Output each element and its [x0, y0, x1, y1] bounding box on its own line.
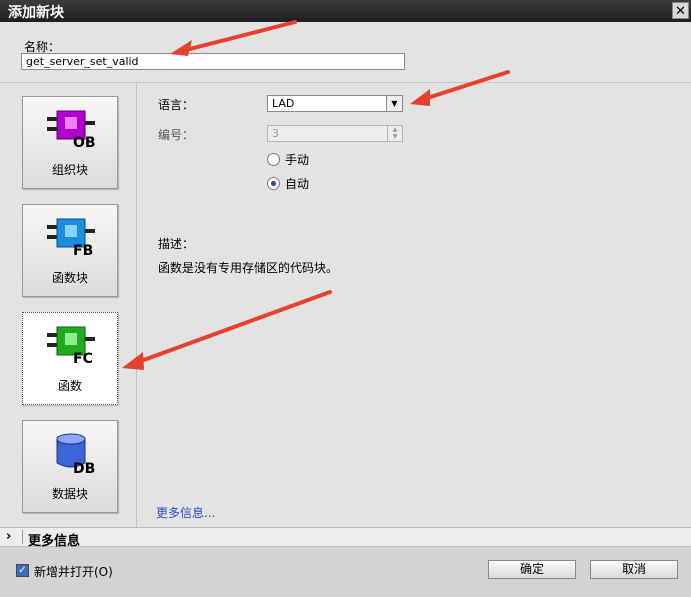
language-select[interactable]: LAD ▼	[267, 95, 403, 112]
block-fc-label: 函数	[57, 379, 82, 393]
chevron-right-icon[interactable]: ›	[6, 529, 11, 544]
number-input: 3 ▲ ▼	[267, 125, 403, 142]
cancel-button[interactable]: 取消	[590, 560, 678, 579]
svg-text:DB: DB	[73, 461, 95, 475]
block-db-button[interactable]: DB 数据块	[22, 420, 118, 513]
block-db-label: 数据块	[51, 487, 88, 501]
close-button[interactable]: ✕	[672, 2, 689, 19]
add-new-block-dialog: 添加新块 ✕ 名称： get_server_set_valid OB 组织块 F…	[0, 0, 691, 597]
expander-divider	[22, 530, 23, 544]
number-label: 编号：	[158, 128, 195, 142]
block-settings-panel: 语言： LAD ▼ 编号： 3 ▲ ▼ 手动 自动 描述： 函数是没有专用存储区…	[137, 83, 691, 527]
ob-block-icon: OB	[47, 110, 96, 151]
number-spinner: ▲ ▼	[387, 126, 402, 141]
description-label: 描述：	[158, 237, 195, 251]
svg-text:FB: FB	[73, 243, 93, 259]
block-fc-button[interactable]: FC 函数	[22, 312, 118, 405]
radio-manual[interactable]: 手动	[267, 151, 309, 168]
radio-manual-dot[interactable]	[267, 153, 280, 166]
radio-manual-label: 手动	[285, 153, 310, 167]
name-input[interactable]: get_server_set_valid	[21, 53, 405, 70]
more-info-link[interactable]: 更多信息...	[156, 504, 215, 521]
number-value: 3	[272, 127, 279, 140]
language-label: 语言：	[158, 98, 195, 112]
more-info-expander[interactable]: › 更多信息	[0, 527, 691, 549]
db-block-icon: DB	[56, 433, 95, 475]
svg-text:FC: FC	[73, 351, 93, 367]
title-bar: 添加新块 ✕	[0, 0, 691, 22]
description-text: 函数是没有专用存储区的代码块。	[158, 261, 339, 275]
fc-block-icon: FC	[47, 326, 95, 367]
block-fb-label: 函数块	[51, 271, 88, 285]
dropdown-arrow-icon[interactable]: ▼	[386, 96, 402, 111]
dialog-footer: ✓ 新增并打开(O) 确定 取消	[0, 547, 691, 597]
block-fb-button[interactable]: FB 函数块	[22, 204, 118, 297]
add-open-checkbox[interactable]: ✓	[16, 564, 29, 577]
radio-auto-label: 自动	[285, 177, 310, 191]
block-ob-label: 组织块	[51, 163, 88, 177]
svg-text:OB: OB	[73, 135, 96, 151]
add-open-label[interactable]: 新增并打开(O)	[34, 563, 113, 580]
language-value: LAD	[272, 97, 295, 110]
ok-button[interactable]: 确定	[488, 560, 576, 579]
spin-down-icon: ▼	[392, 133, 398, 140]
block-type-panel: OB 组织块 FB 函数块 FC 函数 DB 数据块	[0, 83, 137, 527]
radio-auto[interactable]: 自动	[267, 175, 309, 192]
fb-block-icon: FB	[47, 218, 95, 259]
block-ob-button[interactable]: OB 组织块	[22, 96, 118, 189]
spin-up-icon: ▲	[392, 126, 398, 133]
radio-auto-dot[interactable]	[267, 177, 280, 190]
name-section: 名称： get_server_set_valid	[0, 22, 691, 83]
dialog-title: 添加新块	[8, 5, 64, 21]
